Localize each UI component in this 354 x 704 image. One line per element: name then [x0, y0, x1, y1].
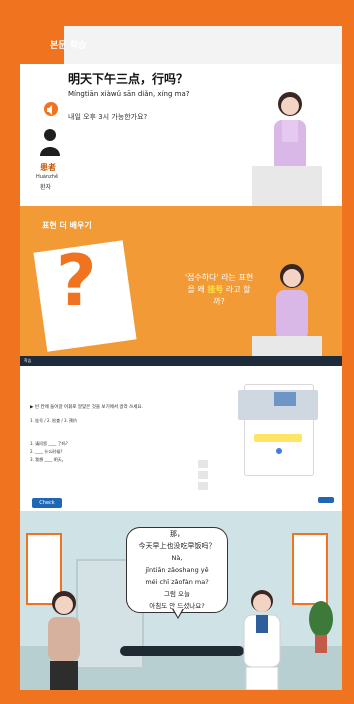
progress-dot: [276, 448, 282, 454]
speech-line-2: 今天早上也没吃早饭吗？: [138, 542, 216, 550]
panel-quiz: 학습 ▶ 빈 칸에 들어갈 어휘로 알맞은 것을 보기에서 골라 쓰세요. 1.…: [20, 356, 342, 511]
expression-question: '접수하다' 라는 표현을 왜 挂号 라고 할까?: [184, 272, 254, 308]
poster-right: [292, 533, 328, 605]
ok-button[interactable]: [254, 434, 302, 442]
speech-line-4: jīntiān zǎoshang yě: [145, 566, 209, 574]
quiz-line-2[interactable]: 2. ____ 什么时候?: [30, 448, 68, 456]
doctor-character: [243, 590, 281, 690]
quiz-header-bar: [20, 356, 218, 366]
side-buttons: [198, 460, 208, 493]
panel-expression: 표현 더 배우기 ? '접수하다' 라는 표현을 왜 挂号 라고 할까?: [20, 206, 342, 356]
quiz-line-1[interactable]: 1. 请问您 ____ 了吗?: [30, 440, 68, 448]
speech-line-6: 그럼 오늘: [164, 590, 190, 598]
quiz-question: ▶ 빈 칸에 들어갈 어휘로 알맞은 것을 보기에서 골라 쓰세요.: [30, 405, 143, 410]
patient-character: [48, 591, 80, 690]
lesson-tag: 본문 학습: [50, 41, 87, 51]
quiz-lines: 1. 请问您 ____ 了吗? 2. ____ 什么时候? 3. 我想 ____…: [30, 440, 68, 464]
plant: [309, 601, 333, 653]
quiz-option: 1. 挂号 / 2. 检查 / 3. 预约: [30, 418, 78, 423]
check-button[interactable]: Check: [32, 498, 62, 508]
side-button-2[interactable]: [198, 471, 208, 479]
speech-line-3: Nà,: [171, 554, 183, 562]
speech-tail-inner: [173, 608, 183, 617]
quiz-right: [218, 356, 342, 511]
panel-lesson: 본문 학습 明天下午三点，行吗？ Míngtiān xiàwǔ sān diǎn…: [20, 26, 342, 206]
speech-line-5: méi chī zǎofàn ma?: [145, 578, 209, 586]
quiz-options: 1. 挂号 / 2. 检查 / 3. 预约: [30, 418, 77, 424]
quiz-line-3[interactable]: 3. 我想 ____ 明天。: [30, 456, 68, 464]
speech-line-1: 那，: [170, 530, 184, 538]
side-button-3[interactable]: [198, 482, 208, 490]
expression-tag: 표현 더 배우기: [42, 221, 92, 230]
role-korean: 환자: [40, 184, 52, 191]
user-icon: [40, 129, 60, 156]
right-header-bar: [218, 356, 342, 366]
pinyin-text: Míngtiān xiàwǔ sān diǎn, xíng ma?: [68, 90, 190, 98]
side-button-1[interactable]: [198, 460, 208, 468]
korean-translation: 내일 오후 3시 가능한가요?: [68, 113, 148, 121]
role-pinyin: Huànzhě: [36, 174, 59, 180]
paper-accent: [274, 392, 296, 406]
role-chinese: 患者: [40, 163, 56, 172]
quiz-left: 학습 ▶ 빈 칸에 들어갈 어휘로 알맞은 것을 보기에서 골라 쓰세요. 1.…: [20, 356, 218, 511]
desk: [252, 166, 322, 206]
quiz-header: 학습: [24, 358, 32, 363]
highlight-word: 挂号: [207, 285, 224, 294]
table: [120, 646, 244, 656]
chinese-sentence: 明天下午三点，行吗？: [68, 72, 189, 86]
panel-dialogue: 那， 今天早上也没吃早饭吗？ Nà, jīntiān zǎoshang yě m…: [20, 511, 342, 690]
desk: [252, 336, 322, 356]
speaker-icon[interactable]: [44, 102, 58, 116]
speech-bubble: 那， 今天早上也没吃早饭吗？ Nà, jīntiān zǎoshang yě m…: [126, 527, 228, 613]
teacher-figure: [276, 264, 308, 340]
next-button[interactable]: [318, 497, 334, 503]
question-mark: ?: [56, 240, 97, 322]
